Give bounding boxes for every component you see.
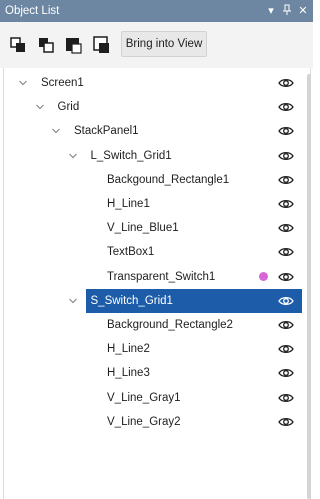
tree-item-label: Grid [57,101,80,114]
vertical-scrollbar[interactable] [307,74,311,499]
tree-item[interactable]: H_Line2 [4,337,306,361]
chevron-down-icon[interactable]: ▾ [266,4,276,18]
tree-item-label: H_Line1 [107,198,150,210]
expand-chevron-icon[interactable] [51,123,63,139]
object-tree: Screen1 Grid StackPanel1 L_Switch_Grid1 Back… [0,68,313,499]
tree-item-label: Backgound_Rectangle1 [107,173,230,186]
eye-icon[interactable] [278,271,294,283]
bring-to-front-icon [66,38,82,54]
expand-chevron-icon[interactable] [35,99,47,115]
expand-chevron-icon[interactable] [68,293,80,309]
eye-icon[interactable] [278,367,294,379]
eye-icon[interactable] [278,125,294,137]
eye-icon[interactable] [278,416,294,428]
tree-item[interactable]: Transparent_Switch1 [4,265,306,289]
tree-item[interactable]: V_Line_Blue1 [4,216,306,240]
eye-icon[interactable] [278,150,294,162]
tree-item[interactable]: StackPanel1 [4,119,306,143]
object-list-panel: Object List ▾ ✕ Bring into View Screen1 … [0,0,313,499]
send-to-back-icon [93,36,109,53]
tree-item[interactable]: Grid [4,95,306,119]
title-bar: Object List ▾ ✕ [0,0,313,22]
eye-icon[interactable] [278,246,294,258]
tree-item-label: V_Line_Gray2 [107,415,181,428]
send-backward-icon [39,38,54,53]
eye-icon[interactable] [278,174,294,186]
expand-chevron-icon[interactable] [68,148,80,164]
tree-item-label: S_Switch_Grid1 [90,294,173,307]
eye-icon[interactable] [278,101,294,113]
eye-icon[interactable] [278,77,294,89]
bring-into-view-button[interactable]: Bring into View [121,31,207,57]
tree-item[interactable]: V_Line_Gray2 [4,410,306,434]
eye-icon[interactable] [278,295,294,307]
tree-item-label: V_Line_Blue1 [107,222,179,235]
tree-item[interactable]: Backgound_Rectangle1 [4,168,306,192]
tree-item-label: StackPanel1 [74,125,139,138]
eye-icon[interactable] [278,392,294,404]
tree-item-label: H_Line2 [107,343,150,356]
send-to-back-button[interactable] [91,34,113,56]
tree-item[interactable]: H_Line3 [4,361,306,385]
tree-item-label: V_Line_Gray1 [107,391,181,404]
tree-item-label: Transparent_Switch1 [107,270,216,283]
tree-item[interactable]: H_Line1 [4,192,306,216]
bring-to-front-button[interactable] [63,34,85,56]
tree-item[interactable]: L_Switch_Grid1 [4,144,306,168]
eye-icon[interactable] [278,343,294,355]
close-icon[interactable]: ✕ [297,4,309,18]
tree-item[interactable]: Background_Rectangle2 [4,313,306,337]
pin-icon[interactable] [281,4,293,18]
tree-item[interactable]: Screen1 [4,71,306,95]
panel-title: Object List [5,5,60,17]
eye-icon[interactable] [278,319,294,331]
status-dot [259,271,268,281]
tree-item-label: Background_Rectangle2 [107,319,233,331]
tree-item[interactable]: S_Switch_Grid1 [4,288,306,313]
tree-item-label: H_Line3 [107,367,150,380]
eye-icon[interactable] [278,222,294,234]
tree-item[interactable]: TextBox1 [4,240,306,264]
bring-forward-button[interactable] [7,34,29,56]
tree-item-label: TextBox1 [107,246,155,259]
bring-forward-icon [10,37,25,52]
expand-chevron-icon[interactable] [18,75,30,91]
send-backward-button[interactable] [35,34,57,56]
eye-icon[interactable] [278,198,294,210]
tree-item[interactable]: V_Line_Gray1 [4,386,306,410]
tree-item-label: L_Switch_Grid1 [90,149,172,162]
toolbar: Bring into View [0,22,313,68]
tree-item-label: Screen1 [41,77,84,89]
